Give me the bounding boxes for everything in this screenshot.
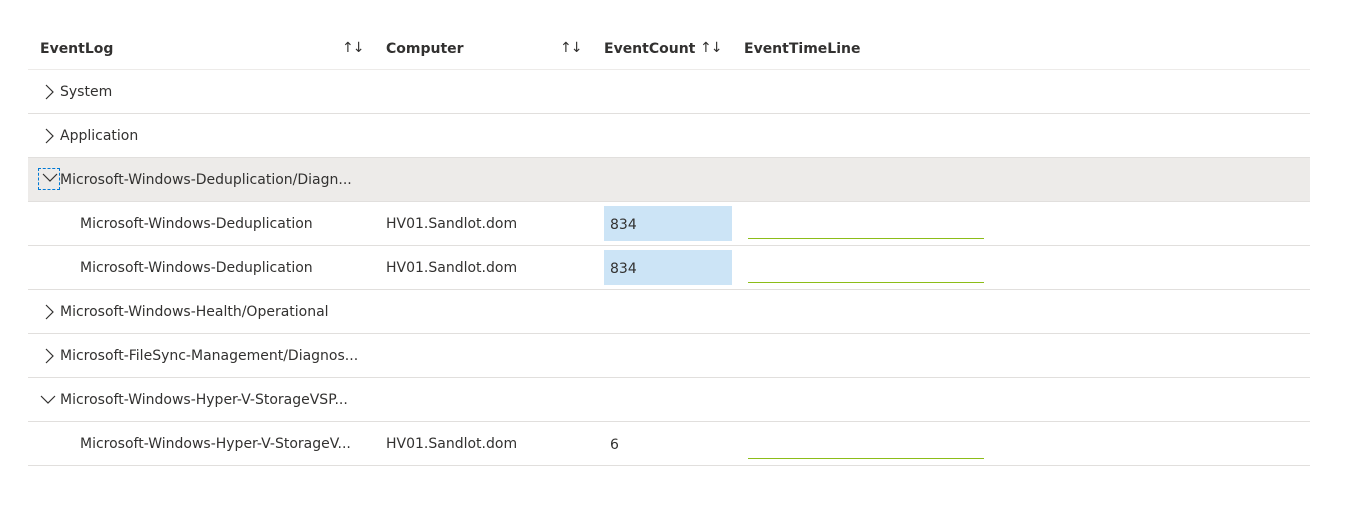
sort-eventlog-icon[interactable]: ↑↓ [342, 39, 364, 57]
group-row-application[interactable]: Application [28, 114, 1310, 158]
eventlog-cell: Microsoft-Windows-Deduplication [80, 216, 313, 232]
eventcount-bar: 834 [604, 206, 732, 241]
group-label: Application [60, 128, 139, 144]
eventlog-cell: Microsoft-Windows-Hyper-V-StorageV... [80, 436, 351, 452]
event-timeline-sparkline [748, 282, 984, 283]
computer-cell: HV01.Sandlot.dom [386, 216, 518, 232]
sort-eventcount-icon[interactable]: ↑↓ [700, 39, 722, 57]
group-label: Microsoft-Windows-Deduplication/Diagn... [60, 172, 352, 188]
group-label: System [60, 84, 113, 100]
eventlog-cell: Microsoft-Windows-Deduplication [80, 260, 313, 276]
group-label: Microsoft-FileSync-Management/Diagnos... [60, 348, 359, 364]
group-row-health[interactable]: Microsoft-Windows-Health/Operational [28, 290, 1310, 334]
table-header: EventLog ↑↓ Computer ↑↓ EventCount ↑↓ Ev… [28, 26, 1310, 70]
column-header-eventtimeline[interactable]: EventTimeLine [744, 26, 860, 69]
column-header-eventlog[interactable]: EventLog [40, 26, 113, 69]
table-row[interactable]: Microsoft-Windows-Deduplication HV01.San… [28, 202, 1310, 246]
column-header-computer[interactable]: Computer [386, 26, 464, 69]
table-row[interactable]: Microsoft-Windows-Deduplication HV01.San… [28, 246, 1310, 290]
computer-cell: HV01.Sandlot.dom [386, 260, 518, 276]
events-table: EventLog ↑↓ Computer ↑↓ EventCount ↑↓ Ev… [28, 26, 1310, 466]
eventcount-bar: 834 [604, 250, 732, 285]
chevron-right-icon[interactable] [42, 84, 56, 100]
event-timeline-sparkline [748, 458, 984, 459]
chevron-right-icon[interactable] [42, 128, 56, 144]
sort-computer-icon[interactable]: ↑↓ [560, 39, 582, 57]
group-row-system[interactable]: System [28, 70, 1310, 114]
column-header-eventcount[interactable]: EventCount [604, 26, 695, 69]
eventcount-value: 6 [610, 437, 619, 453]
chevron-right-icon[interactable] [42, 304, 56, 320]
chevron-down-icon[interactable] [40, 394, 56, 410]
group-label: Microsoft-Windows-Health/Operational [60, 304, 329, 320]
chevron-right-icon[interactable] [42, 348, 56, 364]
event-timeline-sparkline [748, 238, 984, 239]
group-label: Microsoft-Windows-Hyper-V-StorageVSP... [60, 392, 348, 408]
group-row-hyperv[interactable]: Microsoft-Windows-Hyper-V-StorageVSP... [28, 378, 1310, 422]
chevron-down-icon[interactable] [38, 168, 60, 190]
group-row-filesync[interactable]: Microsoft-FileSync-Management/Diagnos... [28, 334, 1310, 378]
computer-cell: HV01.Sandlot.dom [386, 436, 518, 452]
group-row-deduplication[interactable]: Microsoft-Windows-Deduplication/Diagn... [28, 158, 1310, 202]
table-row[interactable]: Microsoft-Windows-Hyper-V-StorageV... HV… [28, 422, 1310, 466]
